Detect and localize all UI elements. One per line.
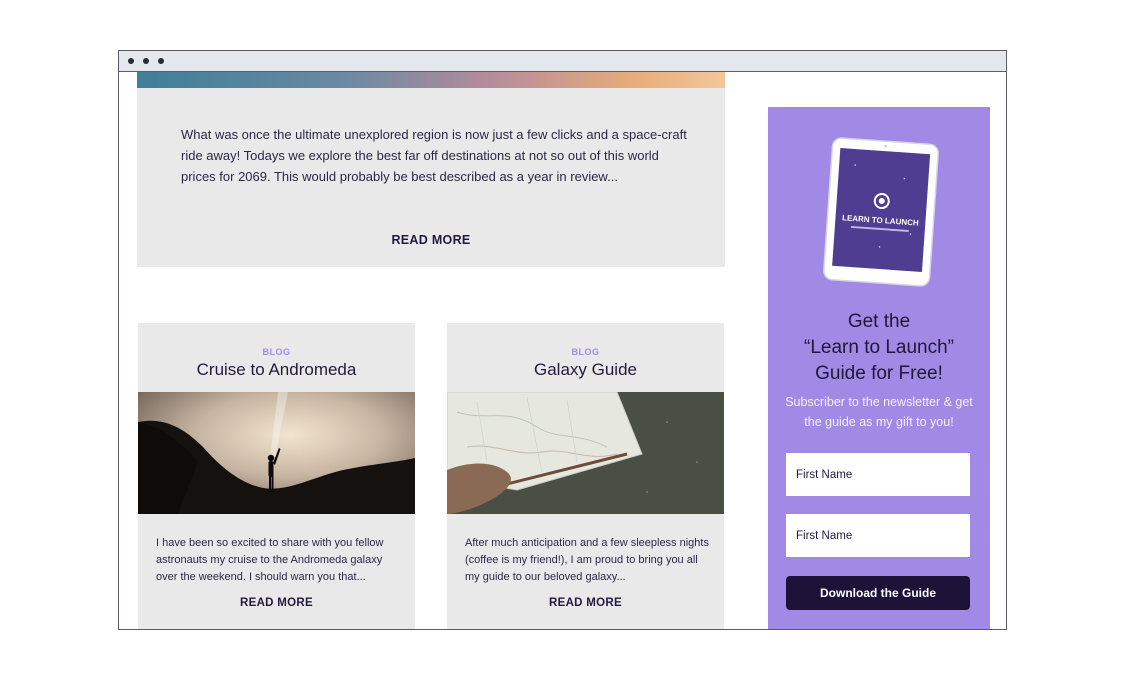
optin-heading-line: “Learn to Launch”: [804, 337, 954, 358]
window-titlebar: [119, 51, 1006, 72]
map-illustration: [447, 392, 724, 514]
post-tag[interactable]: BLOG: [447, 347, 724, 357]
page-content: What was once the ultimate unexplored re…: [119, 72, 1006, 629]
featured-post: What was once the ultimate unexplored re…: [137, 72, 725, 267]
post-tag[interactable]: BLOG: [138, 347, 415, 357]
featured-read-more-link[interactable]: READ MORE: [137, 233, 725, 247]
blog-card-galaxy-guide: BLOG Galaxy Guide After much anticipatio…: [447, 323, 724, 629]
optin-heading: Get the “Learn to Launch” Guide for Free…: [768, 309, 990, 387]
post-image-silhouette[interactable]: [138, 392, 415, 514]
post-title[interactable]: Cruise to Andromeda: [138, 360, 415, 380]
post-title[interactable]: Galaxy Guide: [447, 360, 724, 380]
blog-card-cruise: BLOG Cruise to Andromeda I have been so …: [138, 323, 415, 629]
silhouette-illustration: [138, 392, 415, 514]
browser-window: What was once the ultimate unexplored re…: [118, 50, 1007, 630]
second-name-input[interactable]: [786, 514, 970, 557]
post-excerpt: I have been so excited to share with you…: [156, 537, 384, 583]
featured-post-excerpt: What was once the ultimate unexplored re…: [181, 127, 687, 184]
optin-heading-line: Guide for Free!: [815, 363, 943, 384]
first-name-input[interactable]: [786, 453, 970, 496]
download-guide-button[interactable]: Download the Guide: [786, 576, 970, 610]
optin-subtext: Subscriber to the newsletter & get the g…: [785, 395, 973, 429]
window-dot-icon: [158, 58, 164, 64]
tablet-ebook-illustration: LEARN TO LAUNCH: [823, 137, 939, 287]
window-dot-icon: [143, 58, 149, 64]
post-image-map[interactable]: [447, 392, 724, 514]
post-read-more-link[interactable]: READ MORE: [447, 597, 724, 609]
post-read-more-link[interactable]: READ MORE: [138, 597, 415, 609]
newsletter-optin: LEARN TO LAUNCH Get the “Learn to Launch…: [768, 107, 990, 629]
post-excerpt: After much anticipation and a few sleepl…: [465, 537, 709, 583]
featured-post-image[interactable]: [137, 72, 725, 88]
window-dot-icon: [128, 58, 134, 64]
optin-heading-line: Get the: [847, 311, 911, 332]
